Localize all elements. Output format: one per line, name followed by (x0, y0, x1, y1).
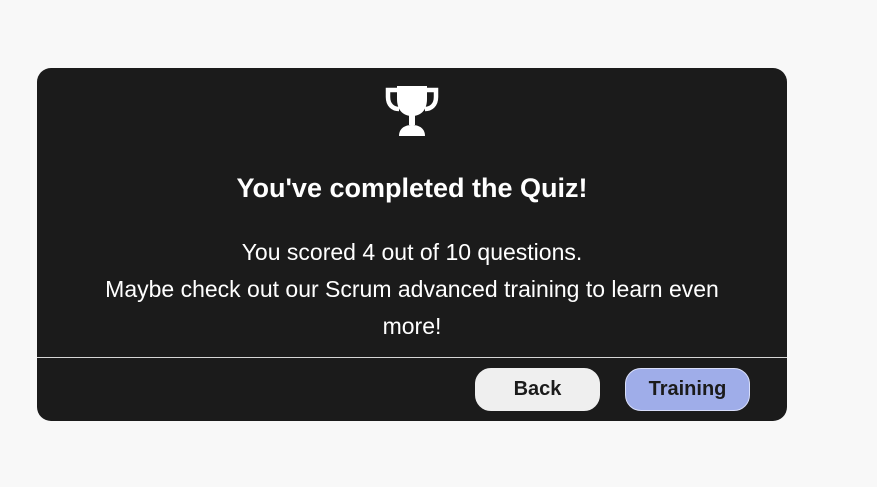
training-suggestion-text: Maybe check out our Scrum advanced train… (105, 276, 719, 339)
result-message: You scored 4 out of 10 questions. Maybe … (77, 234, 747, 345)
footer-divider (37, 357, 787, 358)
score-text: You scored 4 out of 10 questions. (241, 239, 583, 265)
quiz-complete-dialog: You've completed the Quiz! You scored 4 … (37, 68, 787, 421)
dialog-title: You've completed the Quiz! (236, 173, 588, 203)
trophy-icon (382, 84, 442, 136)
training-button[interactable]: Training (625, 368, 750, 411)
back-button[interactable]: Back (475, 368, 600, 411)
